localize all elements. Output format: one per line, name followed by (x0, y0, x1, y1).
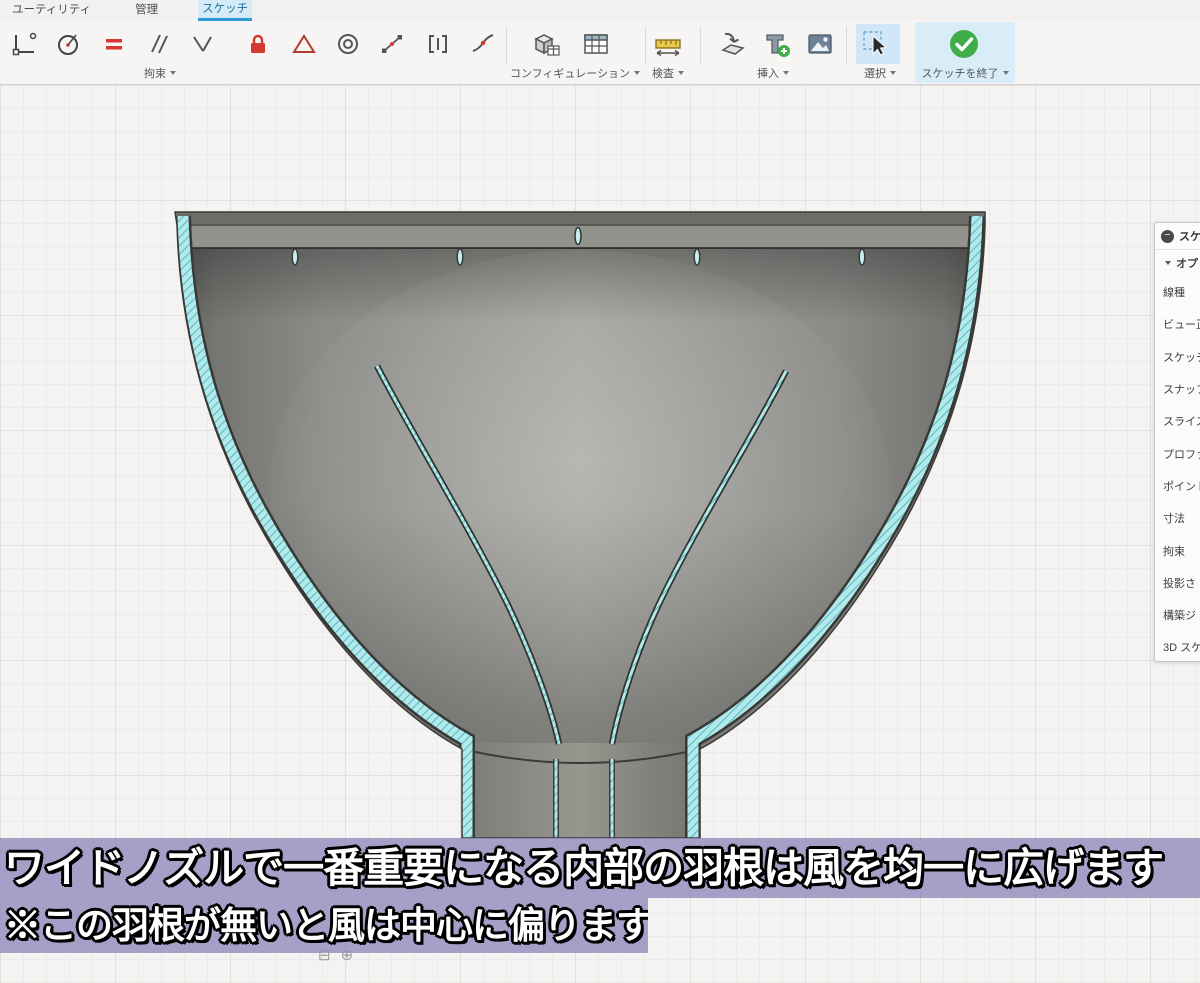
palette-item-look-at[interactable]: ビュー正 (1155, 308, 1200, 340)
subtitle-line-2: ※この羽根が無いと風は中心に偏ります (0, 898, 648, 953)
palette-item-constraints[interactable]: 拘束 (1155, 534, 1200, 566)
palette-item-sketch-grid[interactable]: スケッチ (1155, 341, 1200, 373)
configuration-dropdown[interactable]: コンフィギュレーション (500, 64, 650, 82)
rim-slot-center (575, 228, 581, 245)
palette-item-linetype[interactable]: 線種 (1155, 276, 1200, 308)
tab-utility[interactable]: ユーティリティ (8, 0, 95, 21)
chevron-down-icon (890, 71, 896, 75)
concentric-constraint-icon[interactable] (330, 26, 366, 62)
polygon-triangle-icon[interactable] (286, 26, 322, 62)
palette-item-points[interactable]: ポイント (1155, 470, 1200, 502)
palette-item-slice[interactable]: スライス (1155, 405, 1200, 437)
select-cursor-icon[interactable] (858, 26, 894, 62)
tab-manage[interactable]: 管理 (131, 0, 162, 21)
finish-sketch-dropdown[interactable]: スケッチを終了 (915, 64, 1015, 82)
sketch-palette-header: − スケッ (1155, 223, 1200, 250)
midpoint-constraint-icon[interactable] (420, 26, 456, 62)
palette-item-projected[interactable]: 投影さ (1155, 567, 1200, 599)
insert-image-icon[interactable] (802, 26, 838, 62)
subtitle-line-1: ワイドノズルで一番重要になる内部の羽根は風を均一に広げます (0, 838, 1200, 898)
toolbar-separator (506, 26, 507, 64)
circle-tool-icon[interactable] (50, 26, 86, 62)
configuration-table-icon[interactable] (578, 26, 614, 62)
tab-sketch[interactable]: スケッチ (198, 0, 252, 21)
insert-dropdown[interactable]: 挿入 (740, 64, 806, 82)
chevron-down-icon (1165, 261, 1171, 265)
lock-constraint-icon[interactable] (240, 26, 276, 62)
rim-slot (694, 249, 700, 265)
funnel-rim-top (175, 212, 985, 225)
panel-collapse-icon[interactable]: − (1161, 230, 1174, 243)
equal-constraint-icon[interactable] (96, 26, 132, 62)
curvature-constraint-icon[interactable] (464, 26, 500, 62)
toolbar-separator (700, 26, 701, 64)
main-toolbar: ユーティリティ 管理 スケッチ (0, 0, 1200, 85)
palette-item-3d-sketch[interactable]: 3D スケ (1155, 631, 1200, 662)
inspect-dropdown[interactable]: 検査 (635, 64, 701, 82)
constraints-dropdown[interactable]: 拘束 (120, 64, 200, 82)
palette-item-snap[interactable]: スナップ (1155, 373, 1200, 405)
select-dropdown[interactable]: 選択 (848, 64, 912, 82)
rim-slot (457, 249, 463, 265)
palette-item-dimensions[interactable]: 寸法 (1155, 502, 1200, 534)
palette-options-header[interactable]: オプ (1155, 250, 1200, 276)
chevron-down-icon (678, 71, 684, 75)
chevron-down-icon (170, 71, 176, 75)
chevron-down-icon (783, 71, 789, 75)
sketch-palette-title: スケッ (1179, 228, 1200, 244)
toolbar-separator (645, 26, 646, 64)
finish-sketch-check-icon[interactable] (946, 26, 982, 62)
line-tool-icon[interactable] (6, 26, 42, 62)
perpendicular-constraint-icon[interactable] (184, 26, 220, 62)
insert-derive-icon[interactable] (714, 26, 750, 62)
symmetry-constraint-icon[interactable] (374, 26, 410, 62)
sketch-palette: − スケッ オプ 線種 ビュー正 スケッチ スナップ スライス プロファ ポイン… (1154, 222, 1200, 662)
insert-canvas-icon[interactable] (758, 26, 794, 62)
funnel-neck (462, 743, 700, 838)
ribbon-tabbar: ユーティリティ 管理 スケッチ (0, 0, 1200, 21)
palette-item-construction[interactable]: 構築ジ (1155, 599, 1200, 631)
palette-item-profile[interactable]: プロファ (1155, 437, 1200, 469)
configuration-icon[interactable] (528, 26, 564, 62)
measure-icon[interactable] (650, 26, 686, 62)
parallel-constraint-icon[interactable] (140, 26, 176, 62)
model-viewport[interactable]: ⊟ ⊕ − スケッ オプ 線種 ビュー正 スケッチ スナップ スライス プロファ… (0, 85, 1200, 983)
rim-slot (292, 249, 298, 265)
toolbar-separator (846, 26, 847, 64)
rim-slot (859, 249, 865, 265)
chevron-down-icon (1003, 71, 1009, 75)
